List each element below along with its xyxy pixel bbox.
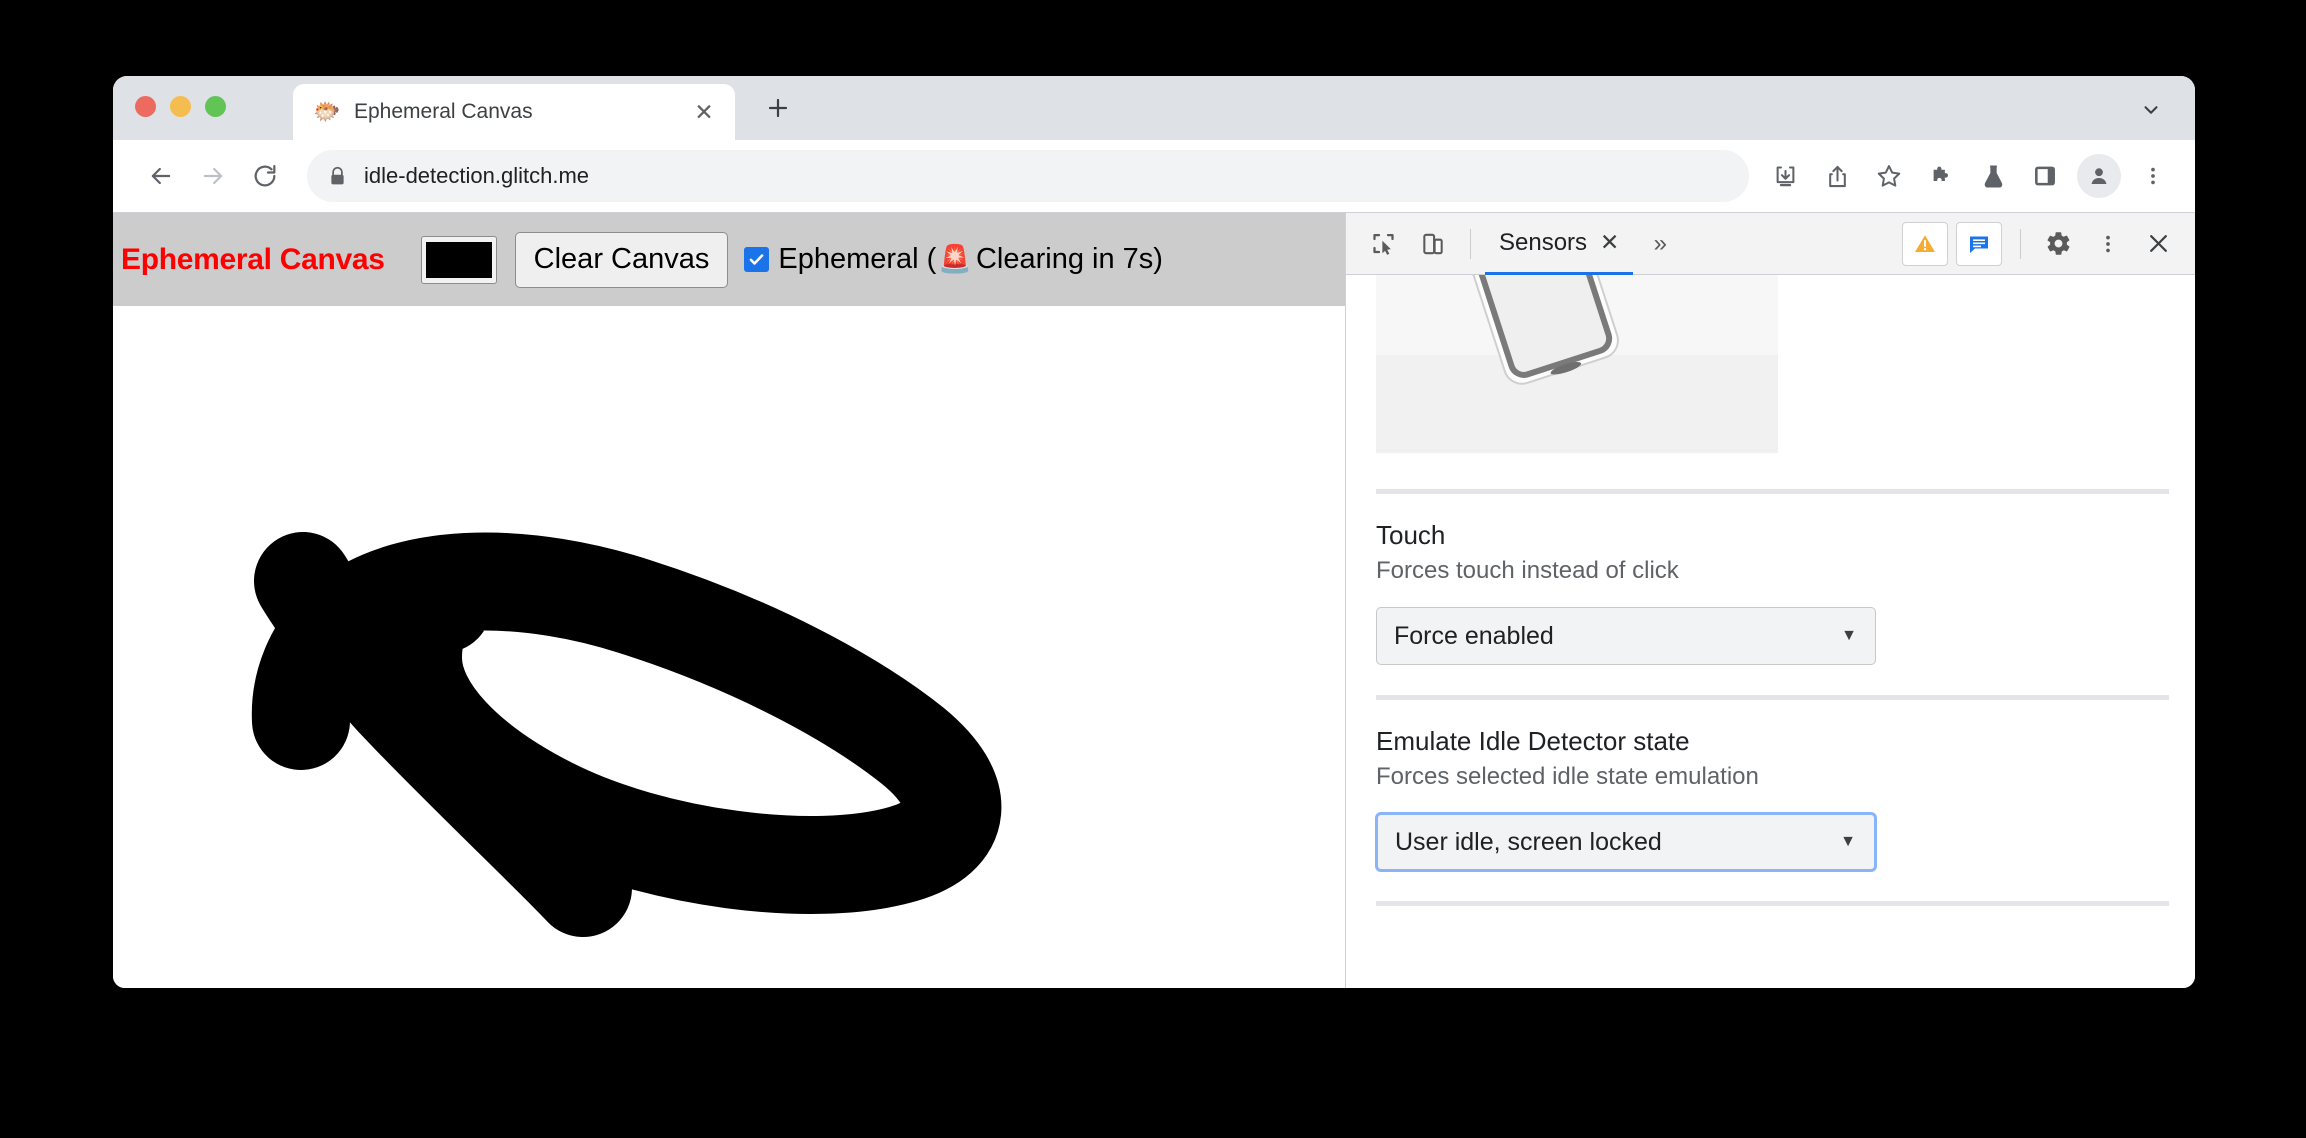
address-bar-url: idle-detection.glitch.me — [364, 163, 590, 188]
new-tab-button[interactable] — [758, 88, 798, 128]
devtools-toolbar: Sensors ✕ » — [1346, 213, 2195, 275]
idle-section-description: Forces selected idle state emulation — [1376, 763, 1759, 790]
devtools-panel: Sensors ✕ » Touch Forces touch instead o… — [1345, 213, 2195, 988]
side-panel-icon[interactable] — [2021, 152, 2069, 200]
flask-icon[interactable] — [1969, 152, 2017, 200]
profile-avatar-icon[interactable] — [2077, 154, 2121, 198]
drawing-canvas[interactable] — [113, 306, 1345, 988]
three-dot-menu-icon[interactable] — [2129, 152, 2177, 200]
more-tabs-icon[interactable]: » — [1637, 221, 1683, 267]
page-toolbar: Ephemeral Canvas Clear Canvas Ephemeral … — [113, 213, 1345, 306]
warning-triangle-icon — [1915, 234, 1935, 252]
touch-section-title: Touch — [1376, 520, 1446, 550]
sensors-scroll-content: Touch Forces touch instead of click Forc… — [1356, 275, 2195, 906]
color-swatch-fill — [425, 241, 492, 278]
sensors-section-touch: Touch Forces touch instead of click Forc… — [1376, 494, 2169, 695]
sensors-section-idle-detector: Emulate Idle Detector state Forces selec… — [1376, 700, 2169, 901]
bookmark-star-icon[interactable] — [1865, 152, 1913, 200]
chevron-down-icon: ▼ — [1841, 627, 1857, 644]
ephemeral-checkbox[interactable] — [744, 247, 770, 272]
chevron-down-icon: ▼ — [1840, 833, 1856, 850]
canvas-drawing — [251, 532, 1002, 937]
ephemeral-label: Ephemeral ( 🚨 Clearing in 7s) — [778, 243, 1163, 276]
idle-state-select-value: User idle, screen locked — [1395, 827, 1662, 856]
maximize-window-button[interactable] — [205, 96, 226, 117]
section-divider-bottom — [1376, 901, 2169, 906]
devtools-menu-icon[interactable] — [2085, 221, 2131, 267]
toolbar-divider-2 — [2020, 228, 2021, 259]
forward-button[interactable] — [187, 150, 239, 202]
tab-favicon-icon: 🐡 — [313, 99, 341, 124]
reload-icon — [254, 164, 276, 187]
browser-tab-ephemeral-canvas[interactable]: 🐡 Ephemeral Canvas ✕ — [293, 84, 735, 140]
browser-toolbar-icons — [1761, 152, 2177, 200]
tab-sensors-close-icon[interactable]: ✕ — [1600, 229, 1619, 256]
minimize-window-button[interactable] — [170, 96, 191, 117]
reload-button[interactable] — [239, 150, 291, 202]
ephemeral-control: Ephemeral ( 🚨 Clearing in 7s) — [744, 243, 1163, 276]
web-page: Ephemeral Canvas Clear Canvas Ephemeral … — [113, 213, 1345, 988]
tab-close-icon[interactable]: ✕ — [689, 97, 719, 127]
warning-badge[interactable] — [1902, 221, 1948, 266]
touch-section-description: Forces touch instead of click — [1376, 557, 1679, 584]
back-arrow-icon — [151, 167, 171, 185]
forward-arrow-icon — [203, 167, 223, 185]
message-bubble-icon — [1970, 236, 1988, 253]
touch-select-value: Force enabled — [1394, 621, 1554, 650]
idle-section-title: Emulate Idle Detector state — [1376, 726, 1690, 756]
devtools-close-icon[interactable] — [2135, 221, 2181, 267]
sensors-panel-body[interactable]: Touch Forces touch instead of click Forc… — [1346, 275, 2195, 988]
browser-window: 🐡 Ephemeral Canvas ✕ idle-detection.glit… — [113, 76, 2195, 988]
browser-toolbar: idle-detection.glitch.me — [113, 140, 2195, 212]
toolbar-divider — [1470, 228, 1471, 259]
device-toolbar-icon[interactable] — [1410, 221, 1456, 267]
extensions-puzzle-icon[interactable] — [1917, 152, 1965, 200]
tab-sensors[interactable]: Sensors ✕ — [1485, 213, 1634, 275]
chevron-down-icon — [2144, 106, 2158, 114]
touch-select[interactable]: Force enabled ▼ — [1376, 607, 1876, 665]
clear-canvas-button[interactable]: Clear Canvas — [514, 231, 729, 288]
share-icon[interactable] — [1813, 152, 1861, 200]
page-title: Ephemeral Canvas — [121, 242, 385, 276]
color-picker-input[interactable] — [420, 235, 497, 284]
tab-sensors-label: Sensors — [1499, 228, 1588, 256]
tab-strip: 🐡 Ephemeral Canvas ✕ — [113, 76, 2195, 140]
gear-icon[interactable] — [2035, 221, 2081, 267]
window-traffic-lights — [135, 96, 226, 117]
idle-state-select[interactable]: User idle, screen locked ▼ — [1376, 813, 1876, 871]
message-badge[interactable] — [1956, 221, 2002, 266]
tab-search-button[interactable] — [2131, 90, 2171, 130]
close-window-button[interactable] — [135, 96, 156, 117]
address-bar[interactable]: idle-detection.glitch.me — [307, 150, 1749, 202]
browser-viewport: Ephemeral Canvas Clear Canvas Ephemeral … — [113, 212, 2195, 988]
siren-icon: 🚨 — [938, 244, 972, 274]
ephemeral-label-text: Ephemeral ( — [778, 243, 937, 275]
inspect-element-icon[interactable] — [1360, 221, 1406, 267]
device-orientation-illustration — [1376, 275, 1778, 453]
checkmark-icon — [750, 254, 764, 265]
lock-icon — [327, 166, 348, 187]
ephemeral-countdown-text: Clearing in 7s) — [975, 243, 1163, 275]
tab-title: Ephemeral Canvas — [354, 100, 533, 123]
downloads-icon[interactable] — [1761, 152, 1809, 200]
back-button[interactable] — [135, 150, 187, 202]
